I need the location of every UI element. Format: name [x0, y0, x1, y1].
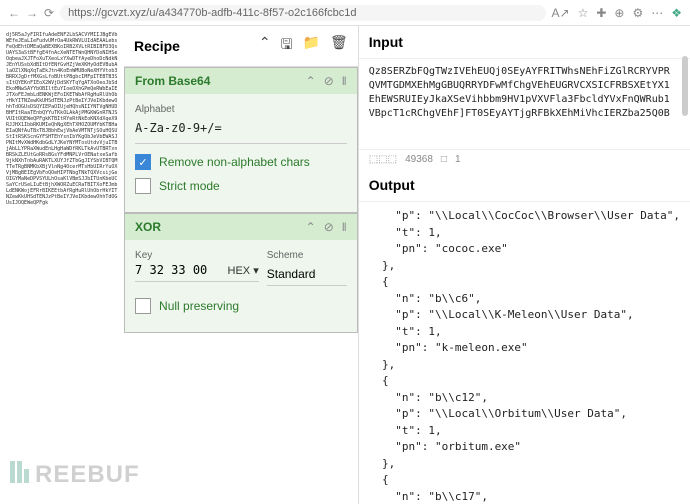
favorite-icon[interactable]: ☆ [578, 6, 589, 20]
char-count-icon: ⬚⬚⬚ [369, 154, 397, 165]
recipe-collapse-icon[interactable]: ⌃ [259, 34, 271, 58]
browser-bar: ← → ⟳ https://gcvzt.xyz/u/a434770b-adfb-… [0, 0, 690, 26]
recipe-pane: Recipe ⌃ 🖫 📁 🗑 From Base64 ⌃ ⊘ ‖ Alphabe… [124, 26, 358, 504]
raw-input-pane[interactable]: dj5R5aJyFIRIfuAdeENF2LbSACVYMIIJBgEVbWEf… [0, 26, 124, 504]
scheme-select[interactable]: Standard [267, 263, 347, 286]
op-collapse-icon[interactable]: ⌃ [306, 74, 316, 88]
op-xor: XOR ⌃ ⊘ ‖ Key 7 32 33 00 HEX ▾ [124, 213, 358, 333]
strict-mode-label: Strict mode [159, 179, 220, 193]
output-textarea[interactable]: "p": "\\Local\\CocCoc\\Browser\\User Dat… [359, 202, 690, 504]
recipe-title: Recipe [134, 38, 259, 54]
key-input[interactable]: 7 32 33 00 [135, 263, 222, 277]
op-header-xor[interactable]: XOR ⌃ ⊘ ‖ [125, 214, 357, 240]
recipe-header: Recipe ⌃ 🖫 📁 🗑 [124, 26, 358, 67]
input-header: Input [359, 26, 690, 59]
input-scrollbar[interactable] [682, 56, 688, 116]
op-collapse-icon[interactable]: ⌃ [306, 220, 316, 234]
watermark: REEBUF [10, 461, 140, 490]
null-preserving-checkbox[interactable] [135, 298, 151, 314]
io-pane: Input Qz8SERZbFQgTWzIVEhEUQj0SEyAYFRITWh… [358, 26, 690, 504]
extensions-icon[interactable]: ⊕ [614, 6, 624, 20]
more-icon[interactable]: ⋯ [651, 6, 663, 20]
main-area: dj5R5aJyFIRIfuAdeENF2LbSACVYMIIJBgEVbWEf… [0, 26, 690, 504]
input-status-bar: ⬚⬚⬚ 49368 □ 1 [359, 149, 690, 169]
char-count: 49368 [405, 154, 433, 165]
copilot-icon[interactable]: ❖ [671, 6, 682, 20]
load-recipe-icon[interactable]: 📁 [303, 34, 320, 58]
refresh-icon[interactable]: ⟳ [44, 6, 54, 20]
read-aloud-icon[interactable]: A↗ [552, 6, 570, 20]
browser-toolbar: A↗ ☆ ✚ ⊕ ⚙ ⋯ ❖ [552, 6, 682, 20]
strict-mode-checkbox[interactable] [135, 178, 151, 194]
line-count-icon: □ [441, 154, 447, 165]
op-header-base64[interactable]: From Base64 ⌃ ⊘ ‖ [125, 68, 357, 94]
alphabet-select[interactable]: A-Za-z0-9+/= [135, 117, 347, 144]
key-encoding-select[interactable]: HEX ▾ [228, 264, 259, 277]
op-from-base64: From Base64 ⌃ ⊘ ‖ Alphabet A-Za-z0-9+/= … [124, 67, 358, 213]
input-textarea[interactable]: Qz8SERZbFQgTWzIVEhEUQj0SEyAYFRITWhsNEhFi… [359, 59, 690, 149]
op-name: XOR [135, 220, 161, 234]
null-preserving-label: Null preserving [159, 299, 239, 313]
op-disable-icon[interactable]: ⊘ [324, 220, 334, 234]
clear-recipe-icon[interactable]: 🗑 [330, 34, 348, 58]
op-pause-icon[interactable]: ‖ [342, 74, 347, 88]
op-pause-icon[interactable]: ‖ [342, 220, 347, 234]
remove-nonalpha-checkbox[interactable]: ✓ [135, 154, 151, 170]
key-label: Key [135, 250, 259, 261]
output-header: Output [359, 169, 690, 202]
op-name: From Base64 [135, 74, 210, 88]
op-disable-icon[interactable]: ⊘ [324, 74, 334, 88]
remove-nonalpha-label: Remove non-alphabet chars [159, 155, 310, 169]
forward-icon[interactable]: → [26, 6, 38, 20]
line-count: 1 [455, 154, 461, 165]
scheme-label: Scheme [267, 250, 347, 261]
settings-icon[interactable]: ⚙ [632, 6, 643, 20]
save-recipe-icon[interactable]: 🖫 [281, 34, 293, 58]
add-icon[interactable]: ✚ [596, 6, 606, 20]
url-bar[interactable]: https://gcvzt.xyz/u/a434770b-adfb-411c-8… [60, 5, 545, 21]
alphabet-label: Alphabet [135, 104, 347, 115]
back-icon[interactable]: ← [8, 6, 20, 20]
